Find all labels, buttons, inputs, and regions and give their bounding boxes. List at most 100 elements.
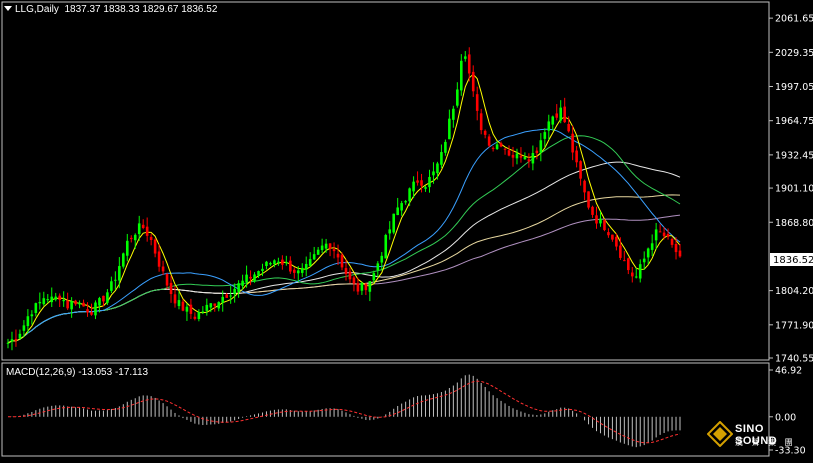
candle[interactable] bbox=[106, 289, 109, 306]
candle[interactable] bbox=[6, 338, 10, 349]
candle[interactable] bbox=[384, 233, 388, 259]
candle[interactable] bbox=[503, 147, 507, 155]
candle[interactable] bbox=[141, 219, 145, 230]
candle[interactable] bbox=[499, 141, 503, 148]
candle[interactable] bbox=[471, 65, 475, 97]
candle[interactable] bbox=[14, 329, 18, 347]
candle[interactable] bbox=[145, 217, 149, 242]
candle[interactable] bbox=[74, 299, 77, 306]
candle[interactable] bbox=[153, 238, 157, 258]
candle[interactable] bbox=[193, 312, 197, 321]
candle[interactable] bbox=[70, 297, 73, 318]
candle[interactable] bbox=[579, 160, 582, 186]
candle[interactable] bbox=[587, 191, 590, 210]
candle[interactable] bbox=[122, 252, 125, 269]
candle[interactable] bbox=[289, 256, 292, 274]
candle[interactable] bbox=[328, 243, 332, 257]
candle[interactable] bbox=[149, 233, 153, 246]
candle[interactable] bbox=[308, 252, 312, 267]
candle[interactable] bbox=[281, 255, 284, 270]
candle[interactable] bbox=[82, 299, 85, 307]
candle[interactable] bbox=[392, 213, 396, 235]
candle[interactable] bbox=[277, 257, 280, 266]
candle[interactable] bbox=[448, 109, 451, 140]
candle[interactable] bbox=[658, 224, 662, 233]
candle[interactable] bbox=[38, 292, 42, 310]
candle[interactable] bbox=[551, 115, 555, 131]
candle[interactable] bbox=[265, 260, 268, 270]
candle[interactable] bbox=[428, 169, 431, 193]
candle[interactable] bbox=[670, 237, 674, 248]
candle[interactable] bbox=[54, 292, 58, 302]
candle[interactable] bbox=[320, 238, 324, 254]
candle[interactable] bbox=[388, 221, 392, 240]
candle[interactable] bbox=[436, 161, 439, 180]
candle[interactable] bbox=[368, 281, 372, 302]
candle[interactable] bbox=[316, 247, 320, 255]
candle[interactable] bbox=[539, 133, 543, 162]
candle[interactable] bbox=[507, 145, 511, 157]
candle[interactable] bbox=[98, 296, 101, 313]
candle[interactable] bbox=[205, 298, 209, 316]
candle[interactable] bbox=[94, 300, 97, 320]
candle[interactable] bbox=[531, 145, 535, 171]
candle[interactable] bbox=[269, 261, 272, 266]
candle[interactable] bbox=[86, 302, 89, 317]
candle[interactable] bbox=[336, 244, 340, 266]
candle[interactable] bbox=[607, 228, 610, 238]
candle[interactable] bbox=[50, 287, 54, 308]
candle[interactable] bbox=[364, 282, 368, 296]
candle[interactable] bbox=[467, 47, 471, 82]
candle[interactable] bbox=[125, 233, 129, 262]
candle[interactable] bbox=[654, 222, 658, 250]
candle[interactable] bbox=[559, 100, 563, 124]
candle[interactable] bbox=[42, 291, 46, 306]
candle[interactable] bbox=[420, 173, 423, 193]
candle[interactable] bbox=[241, 274, 244, 290]
candle[interactable] bbox=[475, 86, 479, 121]
candle[interactable] bbox=[440, 144, 443, 169]
candle[interactable] bbox=[372, 270, 376, 283]
candle[interactable] bbox=[650, 234, 654, 256]
candle[interactable] bbox=[452, 105, 455, 128]
candle[interactable] bbox=[463, 51, 467, 62]
candle[interactable] bbox=[46, 294, 50, 304]
candle[interactable] bbox=[110, 276, 113, 294]
candle[interactable] bbox=[229, 286, 232, 304]
candle[interactable] bbox=[491, 146, 495, 152]
candle[interactable] bbox=[678, 243, 682, 258]
candle[interactable] bbox=[129, 235, 133, 243]
candle[interactable] bbox=[547, 114, 551, 141]
candle[interactable] bbox=[237, 280, 240, 298]
candlesticks[interactable] bbox=[6, 47, 682, 351]
candle[interactable] bbox=[292, 267, 296, 279]
candle[interactable] bbox=[400, 200, 403, 216]
candle[interactable] bbox=[118, 257, 121, 289]
candle[interactable] bbox=[444, 139, 447, 156]
candle[interactable] bbox=[460, 54, 463, 96]
candle[interactable] bbox=[380, 252, 384, 271]
candle[interactable] bbox=[555, 104, 559, 121]
candle[interactable] bbox=[177, 291, 181, 310]
candle[interactable] bbox=[611, 234, 614, 242]
candle[interactable] bbox=[332, 242, 336, 259]
candle[interactable] bbox=[285, 255, 288, 266]
candle[interactable] bbox=[185, 303, 189, 321]
candle[interactable] bbox=[340, 252, 344, 271]
candle[interactable] bbox=[634, 267, 638, 279]
candle[interactable] bbox=[674, 237, 678, 260]
chart-canvas[interactable]: 2061.65 2029.35 1997.05 1964.75 1932.45 1901.… bbox=[0, 0, 813, 459]
candle[interactable] bbox=[34, 302, 38, 317]
candle[interactable] bbox=[515, 148, 519, 165]
candle[interactable] bbox=[416, 171, 419, 186]
candle[interactable] bbox=[66, 292, 69, 311]
candle[interactable] bbox=[396, 197, 399, 216]
candle[interactable] bbox=[408, 187, 411, 206]
candle[interactable] bbox=[571, 125, 574, 161]
candle[interactable] bbox=[78, 300, 81, 309]
candle[interactable] bbox=[181, 299, 185, 312]
candle[interactable] bbox=[630, 266, 634, 283]
candle[interactable] bbox=[487, 134, 491, 148]
candle[interactable] bbox=[404, 199, 407, 205]
candle[interactable] bbox=[169, 275, 173, 303]
